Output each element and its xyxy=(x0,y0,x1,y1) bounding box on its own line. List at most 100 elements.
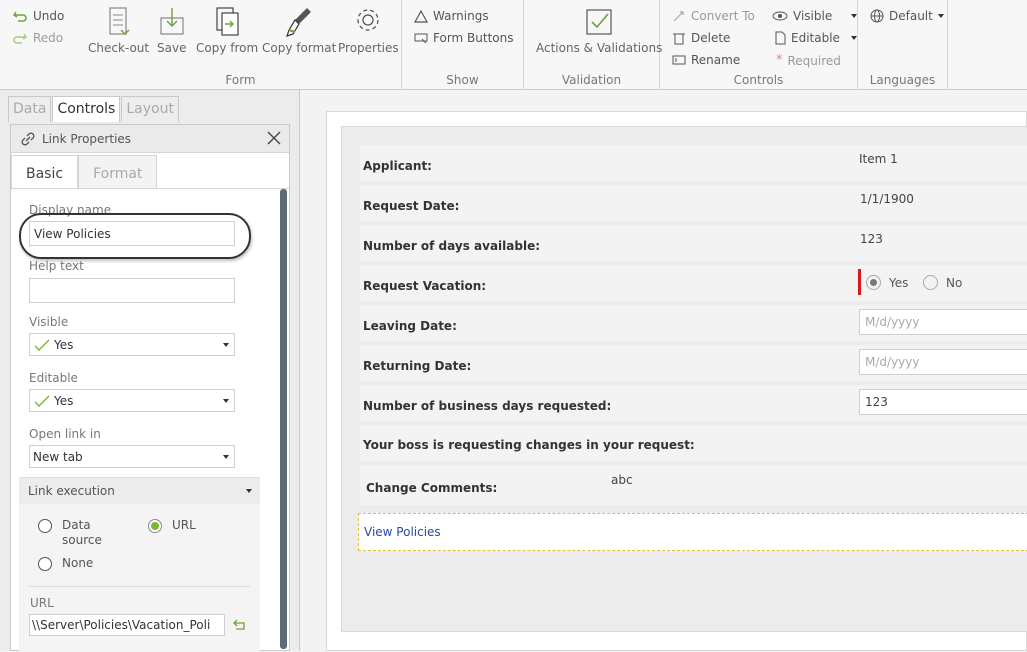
editable-dropdown[interactable]: Editable xyxy=(774,31,857,45)
visible-value: Yes xyxy=(54,337,74,352)
radio-dot xyxy=(38,557,52,571)
required-indicator xyxy=(858,269,861,295)
help-text-input[interactable] xyxy=(29,278,235,303)
check-icon xyxy=(34,339,50,351)
change-comments-value: abc xyxy=(611,473,633,487)
globe-icon xyxy=(870,9,884,23)
left-panel: Data Controls Layout Link Properties Bas… xyxy=(0,90,300,652)
copy-format-button[interactable]: Copy format xyxy=(262,6,336,55)
tab-layout[interactable]: Layout xyxy=(121,96,179,122)
checkout-icon xyxy=(108,7,130,35)
days-available-label: Number of days available: xyxy=(363,239,540,253)
undo-button[interactable]: Undo xyxy=(12,9,64,23)
leaving-date-label: Leaving Date: xyxy=(363,319,457,333)
copy-format-label: Copy format xyxy=(262,41,337,55)
form-canvas: Applicant: Item 1 Request Date: 1/1/1900… xyxy=(326,111,1027,651)
actions-validations-button[interactable]: Actions & Validations xyxy=(536,6,662,55)
tab-controls[interactable]: Controls xyxy=(52,96,121,122)
validation-group: Actions & Validations Validation xyxy=(524,0,662,90)
form-buttons-toggle[interactable]: Form Buttons xyxy=(414,31,514,45)
convert-icon xyxy=(673,10,684,21)
row-leaving-date: Leaving Date: xyxy=(360,305,1027,341)
warnings-label: Warnings xyxy=(433,9,489,23)
form-area: Applicant: Item 1 Request Date: 1/1/1900… xyxy=(341,126,1027,632)
warning-icon xyxy=(414,9,428,23)
request-date-value: 1/1/1900 xyxy=(860,192,914,206)
actions-validations-label: Actions & Validations xyxy=(536,41,663,55)
scrollbar-thumb[interactable] xyxy=(280,189,287,649)
undo-label: Undo xyxy=(33,9,65,23)
view-policies-link-control[interactable]: View Policies xyxy=(358,513,1027,551)
controls-group-label: Controls xyxy=(733,73,784,87)
vacation-yes-label: Yes xyxy=(889,275,909,290)
url-label: URL xyxy=(30,596,54,610)
tab-data[interactable]: Data xyxy=(8,96,52,122)
close-icon[interactable] xyxy=(264,128,284,148)
panel-header: Link Properties xyxy=(11,125,289,153)
subtab-basic[interactable]: Basic xyxy=(11,155,79,189)
link-execution-header[interactable]: Link execution xyxy=(19,478,260,504)
visible-select[interactable]: Yes xyxy=(29,333,235,356)
data-source-label: Data source xyxy=(62,518,102,547)
form-group-label: Form xyxy=(225,73,256,87)
form-group: Check-out Save Copy from Copy format Pro… xyxy=(80,0,402,90)
url-input[interactable] xyxy=(29,614,225,636)
checkout-button[interactable]: Check-out xyxy=(88,6,149,55)
chevron-down-icon xyxy=(937,14,944,18)
subtab-format[interactable]: Format xyxy=(78,155,158,189)
properties-button[interactable]: Properties xyxy=(338,6,399,55)
link-execution-section: Link execution Data source URL None URL xyxy=(19,477,260,652)
chevron-down-icon xyxy=(223,455,229,459)
editable-select[interactable]: Yes xyxy=(29,389,235,412)
language-dropdown[interactable]: Default xyxy=(870,9,944,23)
radio-dot-selected xyxy=(148,519,162,533)
request-date-label: Request Date: xyxy=(363,199,460,213)
checkout-label: Check-out xyxy=(88,41,150,55)
open-link-select[interactable]: New tab xyxy=(29,445,235,468)
row-applicant: Applicant: Item 1 xyxy=(360,145,1027,181)
editable-value: Yes xyxy=(54,393,74,408)
trash-icon xyxy=(673,33,685,45)
visible-dropdown[interactable]: Visible xyxy=(772,9,858,23)
save-button[interactable]: Save xyxy=(157,6,186,55)
leaving-date-input[interactable] xyxy=(859,309,1027,335)
expression-icon[interactable] xyxy=(232,619,246,631)
link-properties-panel: Link Properties Basic Format Display nam… xyxy=(10,124,290,652)
link-execution-title: Link execution xyxy=(28,484,115,498)
required-toggle[interactable]: * Required xyxy=(776,53,841,68)
copy-from-button[interactable]: Copy from xyxy=(196,6,258,55)
radio-vacation-no[interactable]: No xyxy=(923,275,962,290)
left-tabs: Data Controls Layout xyxy=(8,96,180,122)
row-request-vacation: Request Vacation: Yes No xyxy=(360,265,1027,301)
returning-date-input[interactable] xyxy=(859,349,1027,375)
radio-dot xyxy=(923,275,938,290)
business-days-input[interactable] xyxy=(859,389,1027,415)
radio-vacation-yes[interactable]: Yes xyxy=(866,275,908,290)
help-text-label: Help text xyxy=(29,259,84,273)
subtab-divider xyxy=(11,188,289,189)
radio-url[interactable]: URL xyxy=(148,518,196,533)
returning-date-label: Returning Date: xyxy=(363,359,472,373)
radio-data-source[interactable]: Data source xyxy=(38,518,112,548)
delete-button[interactable]: Delete xyxy=(672,31,730,45)
properties-subtabs: Basic Format xyxy=(11,155,158,189)
convert-to-button[interactable]: Convert To xyxy=(672,9,755,23)
rename-label: Rename xyxy=(691,53,741,67)
rename-button[interactable]: Rename xyxy=(672,53,740,67)
divider xyxy=(29,586,250,587)
eye-icon xyxy=(772,11,788,21)
none-label: None xyxy=(62,556,94,570)
row-returning-date: Returning Date: xyxy=(360,345,1027,381)
scrollbar[interactable] xyxy=(280,189,287,650)
delete-label: Delete xyxy=(691,31,731,45)
rename-icon xyxy=(672,55,686,65)
warnings-toggle[interactable]: Warnings xyxy=(414,9,489,23)
view-policies-link[interactable]: View Policies xyxy=(364,525,441,539)
redo-button[interactable]: Redo xyxy=(12,31,63,45)
chevron-down-icon xyxy=(246,489,252,493)
redo-icon xyxy=(13,33,28,44)
change-comments-label: Change Comments: xyxy=(366,481,498,495)
radio-none[interactable]: None xyxy=(38,556,93,571)
chevron-down-icon xyxy=(851,14,858,18)
url-option-label: URL xyxy=(172,518,196,532)
